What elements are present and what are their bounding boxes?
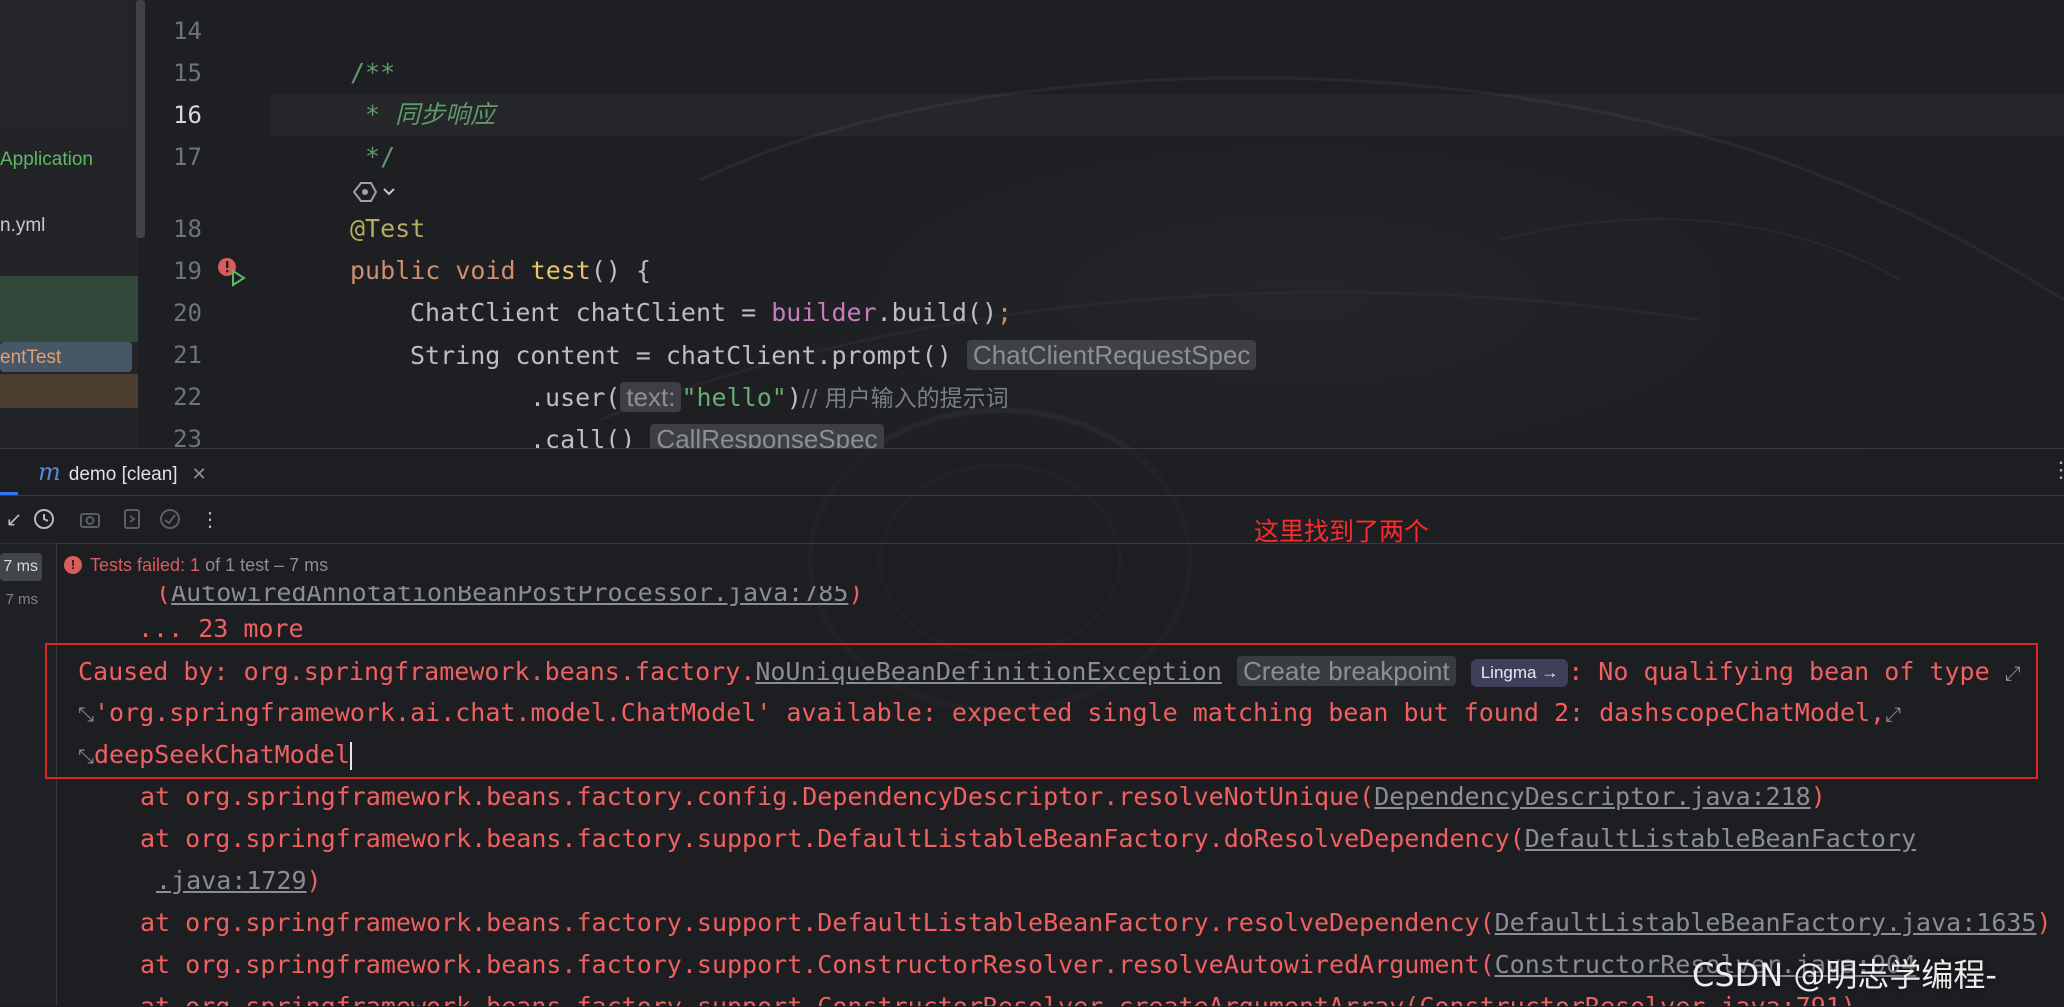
line-number: 19 xyxy=(173,257,202,285)
test-time[interactable]: 7 ms xyxy=(0,587,42,613)
line-comment: // 用户输入的提示词 xyxy=(801,386,1009,412)
camera-icon[interactable] xyxy=(76,505,104,533)
line-number: 21 xyxy=(173,341,202,369)
annotation-note: 这里找到了两个 xyxy=(1254,517,1430,546)
code-text: .user( xyxy=(530,383,621,412)
run-test-gutter-icon[interactable] xyxy=(216,256,248,288)
code-line-15: /** xyxy=(350,52,395,94)
string-literal: "hello" xyxy=(681,383,787,412)
test-time-selected[interactable]: 7 ms xyxy=(0,553,42,581)
doc-comment-text: 同步响应 xyxy=(395,100,496,129)
maven-icon: m xyxy=(38,458,61,486)
stack-trace-line: at org.springframework.beans.factory.sup… xyxy=(140,986,1856,1006)
code-line-16: * 同步响应 xyxy=(350,94,495,136)
code-text: .call() xyxy=(530,425,636,448)
keyword: void xyxy=(455,256,516,285)
close-icon[interactable]: ✕ xyxy=(192,464,207,484)
line-number: 17 xyxy=(173,143,202,171)
source-link[interactable]: .java:1729 xyxy=(156,866,307,895)
line-number: 20 xyxy=(173,299,202,327)
stack-trace-line: at org.springframework.beans.factory.sup… xyxy=(140,824,1917,853)
line-number: 16 xyxy=(173,101,202,129)
doc-comment: /** xyxy=(350,58,396,87)
code-line-22: .user(text: "hello")// 用户输入的提示词 xyxy=(530,376,1009,418)
watermark: CSDN @明志学编程- xyxy=(1692,956,1997,994)
sidebar-row-highlight-green xyxy=(0,276,138,342)
sidebar-item-yml[interactable]: n.yml xyxy=(0,213,45,239)
run-tabs-bar: m demo [clean] ✕ ⋮ xyxy=(0,449,2064,496)
code-line-19: public void test() { xyxy=(350,250,651,292)
source-link[interactable]: DefaultListableBeanFactory xyxy=(1525,824,1916,853)
line-number: 14 xyxy=(173,17,202,45)
error-icon: ! xyxy=(64,556,82,574)
line-number: 23 xyxy=(173,425,202,448)
inlay-type-hint: CallResponseSpec xyxy=(650,424,884,448)
tests-failed-status: Tests failed: 1 of 1 test – 7 ms xyxy=(90,552,328,578)
tests-summary: of 1 test – 7 ms xyxy=(200,555,329,575)
line-number: 22 xyxy=(173,383,202,411)
doc-comment-star: * xyxy=(350,100,396,129)
code-line-18: @Test xyxy=(350,208,425,250)
code-line-17: */ xyxy=(350,136,395,178)
inlay-type-hint: ChatClientRequestSpec xyxy=(966,340,1257,370)
code-text: () { xyxy=(590,256,652,285)
current-line-highlight xyxy=(270,94,2064,136)
field-name: builder xyxy=(771,298,877,327)
more-icon[interactable]: ⋮ xyxy=(196,505,224,533)
sidebar-item-application[interactable]: Application xyxy=(0,147,93,173)
sidebar-item-test-class[interactable]: entTest xyxy=(0,345,61,371)
code-text: .build() xyxy=(876,298,998,327)
source-link[interactable]: DefaultListableBeanFactory.java:1635 xyxy=(1495,908,2037,937)
method-name: test xyxy=(530,256,591,285)
code-line-21: String content = chatClient.prompt() Cha… xyxy=(410,334,1257,376)
coverage-icon[interactable] xyxy=(156,505,184,533)
sidebar-row-highlight-orange xyxy=(0,374,138,408)
type-name: String xyxy=(410,341,501,370)
code-editor[interactable] xyxy=(150,0,2064,448)
project-sidebar: Application n.yml entTest xyxy=(0,0,138,448)
tab-label: demo [clean] xyxy=(68,464,178,485)
source-link[interactable]: AutowiredAnnotationBeanPostProcessor.jav… xyxy=(171,586,848,607)
type-name: ChatClient xyxy=(410,298,561,327)
tests-failed-count: Tests failed: 1 xyxy=(90,555,201,575)
run-toolbar: ↙ ⋮ xyxy=(0,495,2064,544)
stack-trace-line: at org.springframework.beans.factory.sup… xyxy=(140,908,2052,937)
keyword: public xyxy=(350,256,441,285)
code-text: ) xyxy=(786,383,802,412)
code-line-23: .call() CallResponseSpec xyxy=(530,418,884,448)
stack-trace-line: .java:1729) xyxy=(156,866,322,895)
sidebar-scrollbar[interactable] xyxy=(136,0,145,238)
highlight-box xyxy=(45,643,2038,779)
inlay-param-hint: text: xyxy=(620,382,682,412)
source-link[interactable]: DependencyDescriptor.java:218 xyxy=(1374,782,1811,811)
semicolon: ; xyxy=(997,298,1013,327)
stack-trace-line: at org.springframework.beans.factory.con… xyxy=(140,782,1826,811)
export-icon[interactable] xyxy=(118,505,146,533)
stack-trace-line: at org.springframework.beans.factory.sup… xyxy=(140,950,1917,979)
history-icon[interactable] xyxy=(30,505,58,533)
line-number: 18 xyxy=(173,215,202,243)
annotation-test: @Test xyxy=(350,214,426,243)
doc-comment: */ xyxy=(350,142,396,171)
collapse-icon[interactable]: ↙ xyxy=(0,505,28,533)
ai-assistant-gutter-icon[interactable] xyxy=(350,178,398,206)
code-line-20: ChatClient chatClient = builder.build(); xyxy=(410,292,1012,334)
code-text: chatClient = xyxy=(560,298,772,327)
more-options-icon[interactable]: ⋮ xyxy=(2050,457,2064,483)
line-number: 15 xyxy=(173,59,202,87)
tab-demo-clean[interactable]: m demo [clean] ✕ xyxy=(38,449,207,495)
code-text: content = chatClient.prompt() xyxy=(500,341,952,370)
